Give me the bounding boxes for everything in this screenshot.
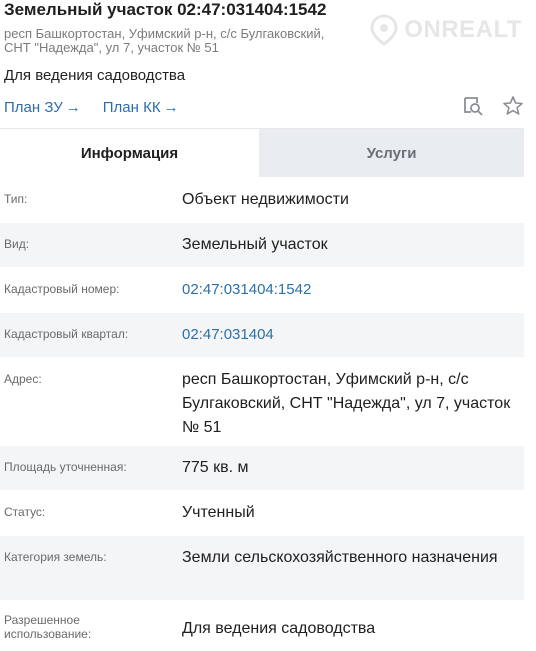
arrow-right-icon: → [163,98,179,116]
row-label: Категория земель: [4,550,107,564]
plan-zu-label: План ЗУ [4,98,63,116]
row-label: Разрешенное использование: [4,613,92,641]
row-label: Статус: [4,505,46,519]
row-label: Площадь уточненная: [4,460,127,474]
table-row: Адрес: респ Башкортостан, Уфимский р-н, … [0,357,524,445]
table-row: Категория земель: Земли сельскохозяйстве… [0,535,524,600]
tabs: Информация Услуги [0,128,524,178]
table-row: Кадастровый номер: 02:47:031404:1542 [0,267,524,312]
row-value: Земли сельскохозяйственного назначения [182,549,498,566]
table-row: Тип: Объект недвижимости [0,177,524,222]
cadastral-number-link[interactable]: 02:47:031404:1542 [182,268,524,302]
row-label: Кадастровый квартал: [4,327,129,341]
star-icon [503,96,523,115]
table-row: Вид: Земельный участок [0,222,524,267]
row-value: Земельный участок [182,236,328,253]
map-search-button[interactable] [462,95,484,117]
cadastral-quarter-link[interactable]: 02:47:031404 [182,313,524,347]
table-row: Кадастровый квартал: 02:47:031404 [0,312,524,357]
plan-zu-link[interactable]: План ЗУ → [4,99,81,116]
table-row: Разрешенное использование: Для ведения с… [0,600,524,651]
favorite-button[interactable] [502,95,524,117]
row-value: Объект недвижимости [182,191,349,208]
plan-kk-link[interactable]: План КК → [103,99,179,116]
arrow-right-icon: → [65,98,81,116]
plan-links: План ЗУ → План КК → [4,97,532,117]
tab-services[interactable]: Услуги [259,129,524,178]
toolbar [462,95,524,117]
map-search-icon [464,97,483,116]
row-value: респ Башкортостан, Уфимский р-н, с/с Бул… [182,371,511,436]
info-table: Тип: Объект недвижимости Вид: Земельный … [0,177,524,651]
watermark: ONREALT [370,14,522,46]
tab-information[interactable]: Информация [0,129,259,178]
row-label: Адрес: [4,372,42,386]
land-purpose: Для ведения садоводства [4,67,186,84]
row-label: Кадастровый номер: [4,282,120,296]
logo-icon [370,14,398,46]
address-subtitle: респ Башкортостан, Уфимский р-н, с/с Бул… [4,26,325,55]
header: ONREALT Земельный участок 02:47:031404:1… [0,0,536,117]
row-label: Тип: [4,192,28,206]
row-label: Вид: [4,237,30,251]
row-value: Для ведения садоводства [182,620,376,637]
table-row: Статус: Учтенный [0,490,524,535]
row-value: 775 кв. м [182,459,249,476]
table-row: Площадь уточненная: 775 кв. м [0,445,524,490]
plan-kk-label: План КК [102,98,161,116]
watermark-text: ONREALT [404,16,522,43]
row-value: Учтенный [182,504,255,521]
